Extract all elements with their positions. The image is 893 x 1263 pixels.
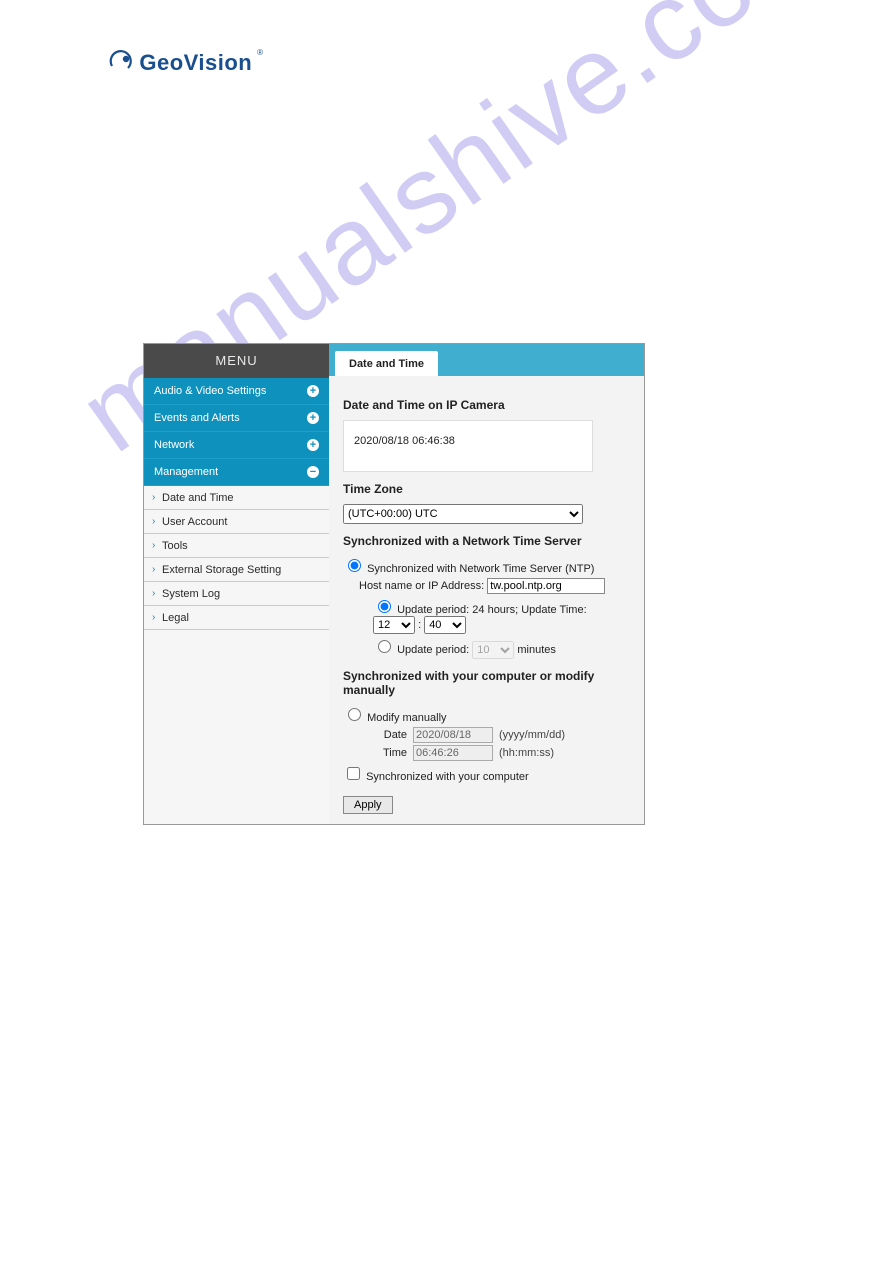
- settings-panel: Date and Time on IP Camera 2020/08/18 06…: [329, 376, 644, 824]
- time-input[interactable]: [413, 745, 493, 761]
- logo-text: GeoVision: [139, 50, 252, 76]
- sync-pc-checkbox[interactable]: [347, 767, 360, 780]
- app-window: MENU Audio & Video Settings + Events and…: [143, 343, 645, 825]
- minus-icon: −: [307, 466, 319, 478]
- tab-bar: Date and Time: [329, 344, 644, 376]
- heading-ntp: Synchronized with a Network Time Server: [343, 534, 630, 548]
- submenu-label: External Storage Setting: [162, 564, 281, 576]
- menu-title: MENU: [144, 344, 329, 378]
- heading-camera-time: Date and Time on IP Camera: [343, 398, 630, 412]
- sidebar-item-events-alerts[interactable]: Events and Alerts +: [144, 405, 329, 432]
- plus-icon: +: [307, 439, 319, 451]
- content-area: Date and Time Date and Time on IP Camera…: [329, 344, 644, 824]
- sidebar-spacer: [144, 630, 329, 750]
- time-label: Time: [373, 747, 407, 759]
- submenu-item-user-account[interactable]: User Account: [144, 510, 329, 534]
- submenu-item-legal[interactable]: Legal: [144, 606, 329, 630]
- sidebar-item-label: Network: [154, 439, 194, 451]
- sidebar-item-audio-video[interactable]: Audio & Video Settings +: [144, 378, 329, 405]
- update-24h-label: Update period: 24 hours; Update Time:: [397, 604, 587, 616]
- date-input[interactable]: [413, 727, 493, 743]
- sidebar-item-label: Events and Alerts: [154, 412, 240, 424]
- submenu-label: Date and Time: [162, 492, 234, 504]
- time-hint: (hh:mm:ss): [499, 747, 554, 759]
- submenu-item-date-time[interactable]: Date and Time: [144, 486, 329, 510]
- manual-radio-label: Modify manually: [367, 712, 446, 724]
- current-datetime-display: 2020/08/18 06:46:38: [343, 420, 593, 472]
- sidebar-item-network[interactable]: Network +: [144, 432, 329, 459]
- update-period-label-b: minutes: [517, 644, 556, 656]
- apply-button[interactable]: Apply: [343, 796, 393, 814]
- update-hour-select[interactable]: 12: [373, 616, 415, 634]
- sync-pc-label: Synchronized with your computer: [366, 771, 529, 783]
- submenu-item-external-storage[interactable]: External Storage Setting: [144, 558, 329, 582]
- submenu: Date and Time User Account Tools Externa…: [144, 486, 329, 630]
- date-hint: (yyyy/mm/dd): [499, 729, 565, 741]
- sidebar-item-label: Management: [154, 466, 218, 478]
- host-label: Host name or IP Address:: [359, 580, 484, 592]
- submenu-item-system-log[interactable]: System Log: [144, 582, 329, 606]
- host-input[interactable]: [487, 578, 605, 594]
- date-label: Date: [373, 729, 407, 741]
- submenu-label: Tools: [162, 540, 188, 552]
- brand-logo: GeoVision ®: [108, 48, 264, 77]
- sidebar: MENU Audio & Video Settings + Events and…: [144, 344, 329, 824]
- submenu-label: System Log: [162, 588, 220, 600]
- update-period-select[interactable]: 10: [472, 641, 514, 659]
- update-period-label-a: Update period:: [397, 644, 469, 656]
- submenu-item-tools[interactable]: Tools: [144, 534, 329, 558]
- update-colon: :: [418, 619, 421, 631]
- submenu-label: User Account: [162, 516, 227, 528]
- plus-icon: +: [307, 385, 319, 397]
- plus-icon: +: [307, 412, 319, 424]
- timezone-select[interactable]: (UTC+00:00) UTC: [343, 504, 583, 524]
- logo-swoosh-icon: [108, 48, 134, 77]
- update-period-radio[interactable]: [378, 640, 391, 653]
- sidebar-item-label: Audio & Video Settings: [154, 385, 266, 397]
- update-min-select[interactable]: 40: [424, 616, 466, 634]
- sidebar-item-management[interactable]: Management −: [144, 459, 329, 486]
- ntp-radio[interactable]: [348, 559, 361, 572]
- heading-timezone: Time Zone: [343, 482, 630, 496]
- submenu-label: Legal: [162, 612, 189, 624]
- manual-radio[interactable]: [348, 708, 361, 721]
- update-24h-radio[interactable]: [378, 600, 391, 613]
- ntp-radio-label: Synchronized with Network Time Server (N…: [367, 563, 594, 575]
- heading-manual: Synchronized with your computer or modif…: [343, 669, 630, 697]
- tab-date-time[interactable]: Date and Time: [335, 351, 438, 376]
- logo-tm: ®: [256, 48, 264, 57]
